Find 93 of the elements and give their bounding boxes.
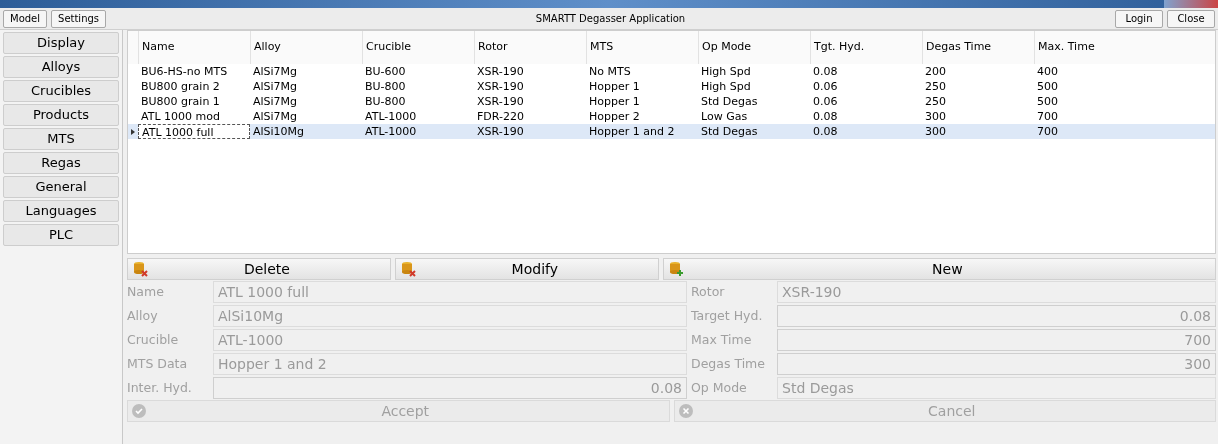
table-cell-text: ATL-1000: [364, 124, 418, 139]
table-cell-text: 400: [1036, 64, 1059, 79]
field-label: Op Mode: [691, 378, 748, 397]
table-cell-text: AlSi7Mg: [252, 109, 299, 124]
toolbar-button[interactable]: Settings: [51, 9, 107, 28]
table-cell-text: High Spd: [700, 79, 752, 94]
table-cell-text: Std Degas: [700, 124, 759, 139]
table-cell-text: BU800 grain 1: [140, 94, 221, 109]
sidebar-item[interactable]: Display: [3, 32, 119, 54]
column-header[interactable]: MTS: [586, 31, 698, 64]
field-label: Target Hyd.: [691, 306, 764, 325]
sidebar-item[interactable]: General: [3, 176, 119, 198]
table-cell-text: FDR-220: [476, 109, 525, 124]
table-cell-text: Low Gas: [700, 109, 749, 124]
table-cell-text: 250: [924, 94, 947, 109]
table-cell-text: XSR-190: [476, 79, 525, 94]
sidebar-item[interactable]: Alloys: [3, 56, 119, 78]
toolbar-button[interactable]: Model: [3, 9, 48, 28]
table-cell-text: 700: [1036, 124, 1059, 139]
table-cell-text: Hopper 1: [588, 94, 641, 109]
table-cell-text: XSR-190: [476, 94, 525, 109]
table-cell-text: BU-600: [364, 64, 407, 79]
table-cell-text: AlSi7Mg: [252, 64, 299, 79]
table-cell-text: High Spd: [700, 64, 752, 79]
sidebar-item[interactable]: PLC: [3, 224, 119, 246]
table-cell-text: 200: [924, 64, 947, 79]
table-cell-text: 0.06: [812, 79, 839, 94]
table-cell-text: 0.08: [812, 64, 839, 79]
sidebar-item[interactable]: MTS: [3, 128, 119, 150]
table-cell-text: 300: [924, 109, 947, 124]
table-cell-text: Hopper 1: [588, 79, 641, 94]
toolbar-button[interactable]: Login: [1115, 9, 1163, 28]
table-cell-text: 0.06: [812, 94, 839, 109]
field-label: Inter. Hyd.: [127, 378, 193, 397]
table-cell-text: XSR-190: [476, 64, 525, 79]
coin-stack-x-icon: [399, 261, 416, 277]
table-cell-text: XSR-190: [476, 124, 525, 139]
column-header[interactable]: Degas Time: [922, 31, 1034, 64]
table-cell-text: 500: [1036, 79, 1059, 94]
column-header[interactable]: Rotor: [474, 31, 586, 64]
column-header[interactable]: Crucible: [362, 31, 474, 64]
table-cell-text: BU6-HS-no MTS: [140, 64, 229, 79]
table-cell-text: Hopper 2: [588, 109, 641, 124]
table-cell-text: BU800 grain 2: [140, 79, 221, 94]
window-title: SMARTT Degasser Application: [534, 12, 687, 26]
toolbar-button[interactable]: Close: [1167, 9, 1215, 28]
table-row[interactable]: BU800 grain 1 AlSi7Mg BU-800 XSR-190 Hopper 1 Std Degas 0.06 250 500: [128, 94, 1215, 109]
table-cell-text: AlSi7Mg: [252, 94, 299, 109]
table-cell-text: No MTS: [588, 64, 632, 79]
table-cell-text: 0.08: [812, 124, 839, 139]
field-label: MTS Data: [127, 354, 189, 373]
table-cell-text: AlSi7Mg: [252, 79, 299, 94]
table-cell-text: Hopper 1 and 2: [588, 124, 676, 139]
window-controls[interactable]: [1164, 0, 1218, 8]
table-cell-text: ATL-1000: [364, 109, 418, 124]
field-label: Alloy: [127, 306, 159, 325]
column-header[interactable]: Name: [138, 31, 250, 64]
table-cell-text: Std Degas: [700, 94, 759, 109]
sidebar-item[interactable]: Products: [3, 104, 119, 126]
table-row[interactable]: ATL 1000 mod AlSi7Mg ATL-1000 FDR-220 Hopper 2 Low Gas 0.08 300 700: [128, 109, 1215, 124]
coin-stack-x-icon: [132, 261, 148, 277]
table-cell-text: 250: [924, 79, 947, 94]
x-circle-icon: [678, 404, 693, 418]
column-header[interactable]: Max. Time: [1034, 31, 1146, 64]
action-button[interactable]: Modify: [394, 258, 659, 280]
sidebar-item[interactable]: Languages: [3, 200, 119, 222]
row-pointer-icon: [131, 128, 135, 135]
table-cell-text: AlSi10Mg: [252, 124, 306, 139]
table-cell-text: BU-800: [364, 94, 407, 109]
table-cell-text: 700: [1036, 109, 1059, 124]
field-label: Rotor: [691, 282, 726, 301]
sidebar-item[interactable]: Crucibles: [3, 80, 119, 102]
table-cell-text: 500: [1036, 94, 1059, 109]
table-row[interactable]: BU6-HS-no MTS AlSi7Mg BU-600 XSR-190 No MTS High Spd 0.08 200 400: [128, 64, 1215, 79]
field-label: Crucible: [127, 330, 180, 349]
column-header[interactable]: Tgt. Hyd.: [810, 31, 922, 64]
table-cell: ATL 1000 full: [138, 124, 250, 139]
table-cell-text: 0.08: [812, 109, 839, 124]
table-cell-text: 300: [924, 124, 947, 139]
sidebar-item[interactable]: Regas: [3, 152, 119, 174]
table-cell-text: BU-800: [364, 79, 407, 94]
column-header[interactable]: Alloy: [250, 31, 362, 64]
action-button[interactable]: New: [662, 258, 1216, 280]
action-button[interactable]: Delete: [127, 258, 391, 280]
coin-stack-plus-icon: [667, 261, 684, 277]
field-label: Name: [127, 282, 165, 301]
check-circle-icon: [132, 404, 146, 418]
table-row[interactable]: ATL 1000 full AlSi10Mg ATL-1000 XSR-190 Hopper 1 and 2 Std Degas 0.08 300 700: [128, 124, 1215, 139]
column-header[interactable]: Op Mode: [698, 31, 810, 64]
table-cell-text: ATL 1000 mod: [140, 109, 221, 124]
table-row[interactable]: BU800 grain 2 AlSi7Mg BU-800 XSR-190 Hopper 1 High Spd 0.06 250 500: [128, 79, 1215, 94]
field-label: Degas Time: [691, 354, 766, 373]
field-label: Max Time: [691, 330, 753, 349]
